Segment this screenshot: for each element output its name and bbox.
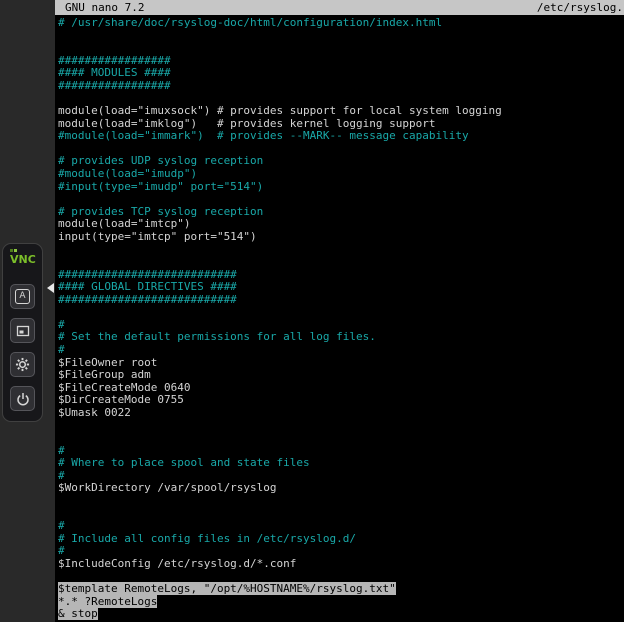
editor-line: $Umask 0022 — [58, 407, 624, 420]
nano-version: GNU nano 7.2 — [65, 0, 144, 15]
editor-line — [58, 42, 624, 55]
editor-line: & stop — [58, 608, 624, 621]
clipboard-button[interactable]: A — [10, 284, 35, 309]
vnc-sidebar-area: VNC A — [0, 0, 55, 622]
power-button[interactable] — [10, 386, 35, 411]
novnc-logo-text: VNC — [10, 254, 42, 266]
editor-line — [58, 432, 624, 445]
editor-line: $DirCreateMode 0755 — [58, 394, 624, 407]
editor-line: # /usr/share/doc/rsyslog-doc/html/config… — [58, 17, 624, 30]
editor-line — [58, 508, 624, 521]
editor-line — [58, 193, 624, 206]
editor-line — [58, 256, 624, 269]
power-icon — [16, 392, 30, 406]
editor-line: #module(load="immark") # provides --MARK… — [58, 130, 624, 143]
editor-line: #module(load="imudp") — [58, 168, 624, 181]
terminal[interactable]: GNU nano 7.2 /etc/rsyslog. # /usr/share/… — [55, 0, 624, 622]
editor-line: # — [58, 545, 624, 558]
fullscreen-icon — [16, 324, 30, 338]
editor-line: ################# — [58, 80, 624, 93]
editor-line: module(load="imuxsock") # provides suppo… — [58, 105, 624, 118]
fullscreen-button[interactable] — [10, 318, 35, 343]
editor-line: $FileGroup adm — [58, 369, 624, 382]
editor-line — [58, 30, 624, 43]
editor-line: input(type="imtcp" port="514") — [58, 231, 624, 244]
editor-line: *.* ?RemoteLogs — [58, 596, 624, 609]
novnc-logo: VNC — [3, 249, 42, 275]
editor-line: # Set the default permissions for all lo… — [58, 331, 624, 344]
editor-line: $IncludeConfig /etc/rsyslog.d/*.conf — [58, 558, 624, 571]
editor-line: # Include all config files in /etc/rsysl… — [58, 533, 624, 546]
settings-button[interactable] — [10, 352, 35, 377]
editor-line: # — [58, 344, 624, 357]
editor-line — [58, 420, 624, 433]
editor-line — [58, 243, 624, 256]
editor-line: #input(type="imudp" port="514") — [58, 181, 624, 194]
collapse-left-arrow-icon — [47, 283, 54, 293]
clipboard-icon: A — [15, 289, 30, 304]
editor-line: $WorkDirectory /var/spool/rsyslog — [58, 482, 624, 495]
editor-line: # — [58, 520, 624, 533]
editor-line — [58, 495, 624, 508]
editor-line: #### MODULES #### — [58, 67, 624, 80]
editor-line — [58, 306, 624, 319]
editor-line: $template RemoteLogs, "/opt/%HOSTNAME%/r… — [58, 583, 624, 596]
editor-line: ########################### — [58, 294, 624, 307]
editor-line: module(load="imtcp") — [58, 218, 624, 231]
gear-icon — [15, 357, 30, 372]
nano-filename: /etc/rsyslog. — [537, 0, 623, 15]
editor-lines[interactable]: # /usr/share/doc/rsyslog-doc/html/config… — [55, 15, 624, 621]
editor-line: # Where to place spool and state files — [58, 457, 624, 470]
editor-line: #### GLOBAL DIRECTIVES #### — [58, 281, 624, 294]
nano-titlebar: GNU nano 7.2 /etc/rsyslog. — [55, 0, 624, 15]
vnc-control-bar: VNC A — [2, 243, 43, 422]
